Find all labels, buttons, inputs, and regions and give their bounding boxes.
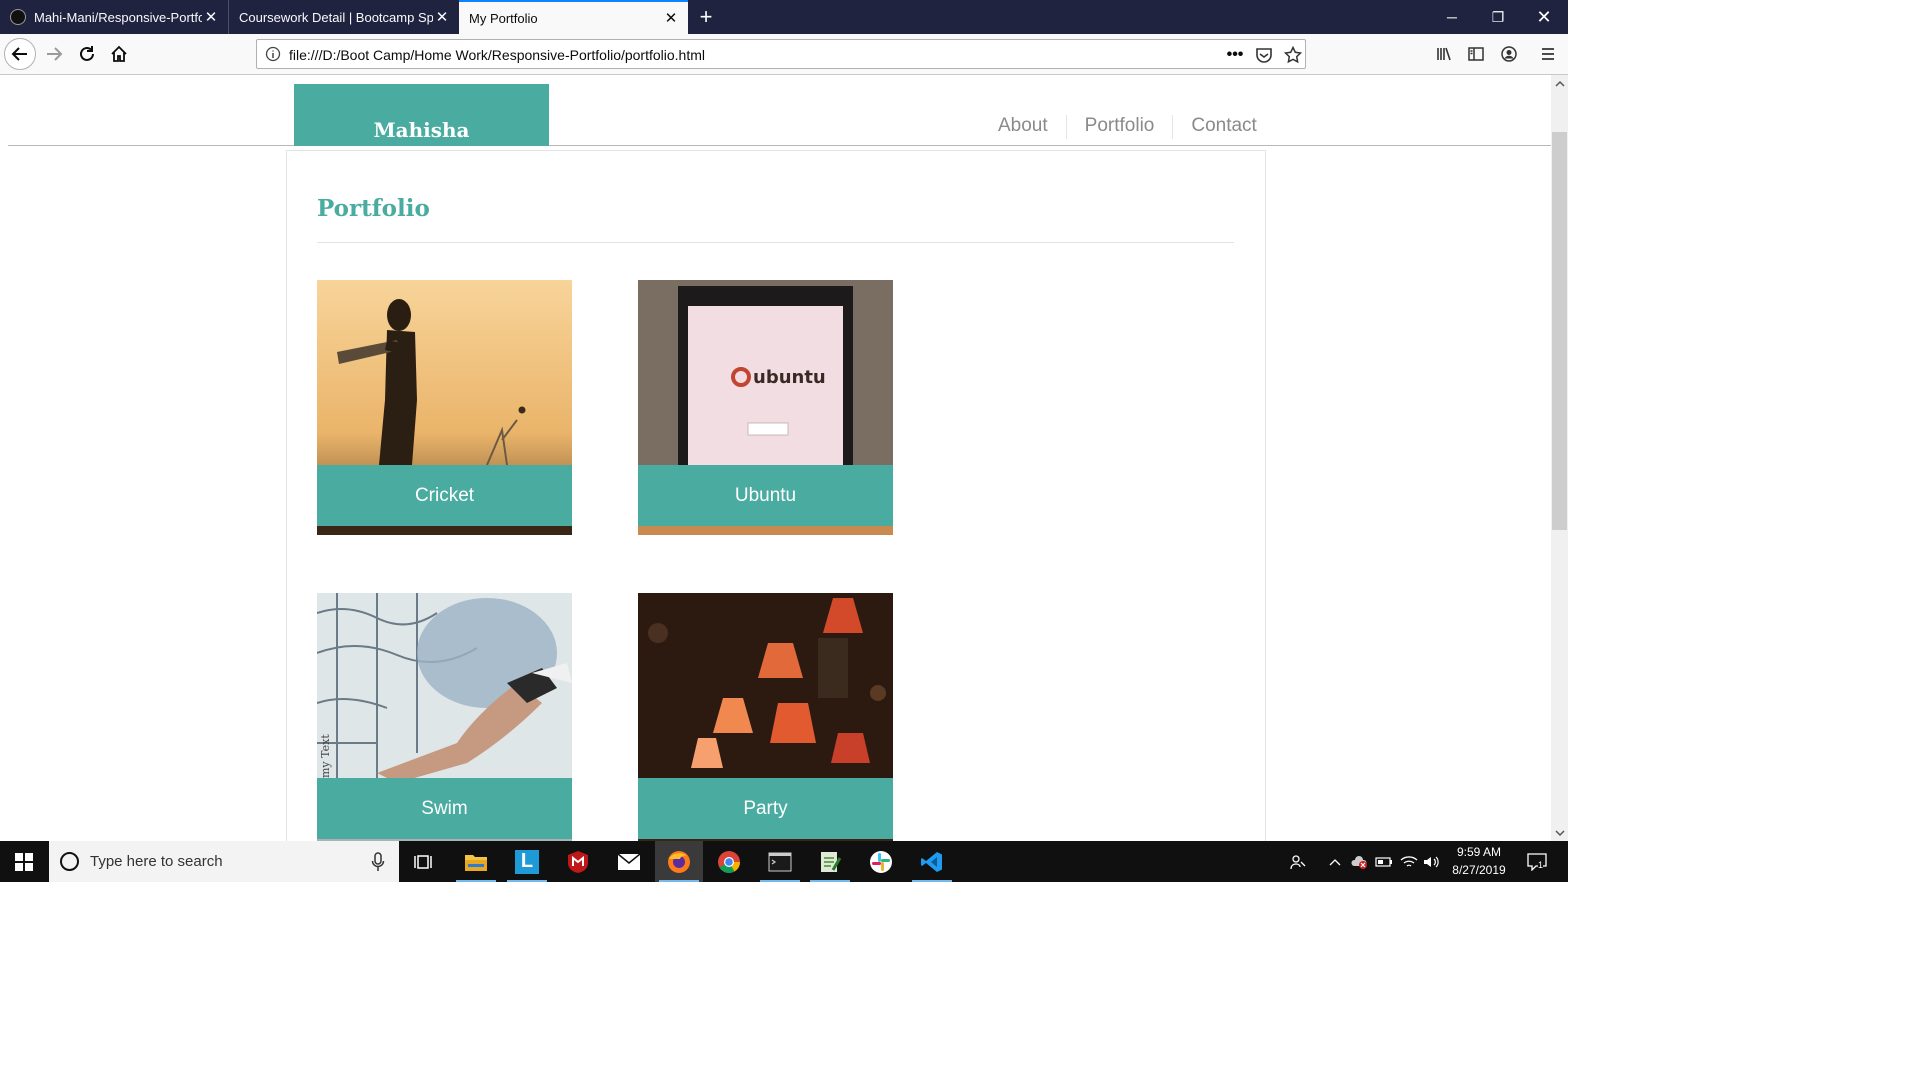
home-button[interactable] [103, 38, 135, 70]
portfolio-item-party[interactable]: Party [638, 593, 893, 841]
tab-github[interactable]: Mahi-Mani/Responsive-Portfolio ✕ [0, 0, 229, 34]
info-icon[interactable] [265, 46, 281, 62]
close-icon[interactable]: ✕ [433, 8, 451, 26]
github-favicon-icon [10, 9, 26, 25]
tab-coursework[interactable]: Coursework Detail | Bootcamp Spot ✕ [229, 0, 459, 34]
close-icon[interactable]: ✕ [662, 9, 680, 27]
forward-arrow-icon [47, 47, 63, 61]
notification-count: 1 [1538, 860, 1544, 870]
search-placeholder: Type here to search [90, 853, 223, 870]
page-actions-button[interactable]: ••• [1225, 45, 1245, 65]
item-caption[interactable]: Ubuntu [638, 465, 893, 526]
back-button[interactable] [4, 38, 36, 70]
file-explorer-icon[interactable] [452, 841, 500, 882]
nav-about-link[interactable]: About [988, 115, 1066, 139]
task-view-icon[interactable] [400, 841, 448, 882]
bookmark-star-icon[interactable] [1283, 45, 1303, 65]
terminal-icon[interactable] [756, 841, 804, 882]
item-caption[interactable]: Cricket [317, 465, 572, 526]
reload-button[interactable] [71, 38, 103, 70]
title-divider [317, 242, 1234, 243]
wifi-icon[interactable] [1400, 853, 1418, 871]
minimize-button[interactable]: ─ [1429, 0, 1475, 34]
tab-title: Coursework Detail | Bootcamp Spot [239, 9, 433, 25]
people-icon[interactable] [1289, 853, 1307, 871]
clock-date: 8/27/2019 [1452, 863, 1506, 877]
cortana-icon [60, 852, 79, 871]
watermark-text: my Text [319, 734, 332, 778]
close-icon[interactable]: ✕ [202, 8, 220, 26]
nav-portfolio-link[interactable]: Portfolio [1065, 115, 1173, 139]
microphone-icon[interactable] [371, 852, 385, 872]
menu-icon[interactable] [1532, 38, 1564, 70]
home-icon [111, 45, 127, 62]
item-caption[interactable]: Party [638, 778, 893, 839]
close-window-button[interactable]: ✕ [1521, 0, 1567, 34]
windows-taskbar: Type here to search L 9:59 AM 8/27/2019 … [0, 841, 1568, 882]
onedrive-error-icon[interactable] [1350, 853, 1368, 871]
vscode-icon[interactable] [908, 841, 956, 882]
scroll-down-icon[interactable] [1551, 824, 1568, 841]
firefox-icon[interactable] [655, 841, 703, 882]
reload-icon [80, 46, 94, 61]
mail-icon[interactable] [605, 841, 653, 882]
pocket-icon[interactable] [1254, 45, 1274, 65]
page-viewport: Mahisha About Portfolio Contact Portfoli… [0, 75, 1551, 841]
brand-name[interactable]: Mahisha [294, 118, 549, 142]
browser-tab-strip: Mahi-Mani/Responsive-Portfolio ✕ Coursew… [0, 0, 1568, 34]
url-text[interactable]: file:///D:/Boot Camp/Home Work/Responsiv… [289, 47, 705, 63]
portfolio-item-ubuntu[interactable]: ubuntu Ubuntu [638, 280, 893, 535]
browser-toolbar: file:///D:/Boot Camp/Home Work/Responsiv… [0, 34, 1568, 75]
item-caption[interactable]: Swim [317, 778, 572, 839]
portfolio-item-cricket[interactable]: Cricket [317, 280, 572, 535]
nav-contact-link[interactable]: Contact [1172, 115, 1274, 139]
chevron-up-icon[interactable] [1326, 853, 1344, 871]
tab-title: Mahi-Mani/Responsive-Portfolio [34, 9, 202, 25]
portfolio-item-swim[interactable]: my Text Swim [317, 593, 572, 841]
header-divider [8, 145, 1551, 146]
start-button[interactable] [0, 841, 48, 882]
forward-button[interactable] [38, 38, 70, 70]
scrollbar-thumb[interactable] [1552, 132, 1567, 530]
page-title: Portfolio [317, 195, 430, 222]
tab-my-portfolio[interactable]: My Portfolio ✕ [459, 0, 688, 34]
new-tab-button[interactable]: + [694, 4, 718, 30]
volume-icon[interactable] [1423, 853, 1441, 871]
address-bar[interactable]: file:///D:/Boot Camp/Home Work/Responsiv… [256, 39, 1306, 69]
notification-center-icon[interactable]: 1 [1526, 853, 1548, 871]
chrome-icon[interactable] [705, 841, 753, 882]
taskbar-search-box[interactable]: Type here to search [49, 841, 399, 882]
slack-icon[interactable] [857, 841, 905, 882]
tab-title: My Portfolio [469, 10, 538, 26]
notepad-icon[interactable] [806, 841, 854, 882]
sidebar-icon[interactable] [1460, 38, 1492, 70]
ubuntu-logo-text: ubuntu [753, 367, 826, 388]
l-app-icon[interactable]: L [503, 841, 551, 882]
battery-icon[interactable] [1375, 853, 1393, 871]
vertical-scrollbar[interactable] [1551, 75, 1568, 841]
mcafee-icon[interactable] [554, 841, 602, 882]
restore-button[interactable]: ❐ [1475, 0, 1521, 34]
brand-box[interactable]: Mahisha [294, 84, 549, 146]
back-arrow-icon [11, 47, 27, 61]
scroll-up-icon[interactable] [1551, 75, 1568, 92]
system-clock[interactable]: 9:59 AM 8/27/2019 [1440, 843, 1518, 879]
top-navigation: About Portfolio Contact [988, 115, 1275, 139]
clock-time: 9:59 AM [1456, 845, 1502, 859]
windows-logo-icon [15, 852, 33, 871]
library-icon[interactable] [1428, 38, 1460, 70]
account-icon[interactable] [1493, 38, 1525, 70]
